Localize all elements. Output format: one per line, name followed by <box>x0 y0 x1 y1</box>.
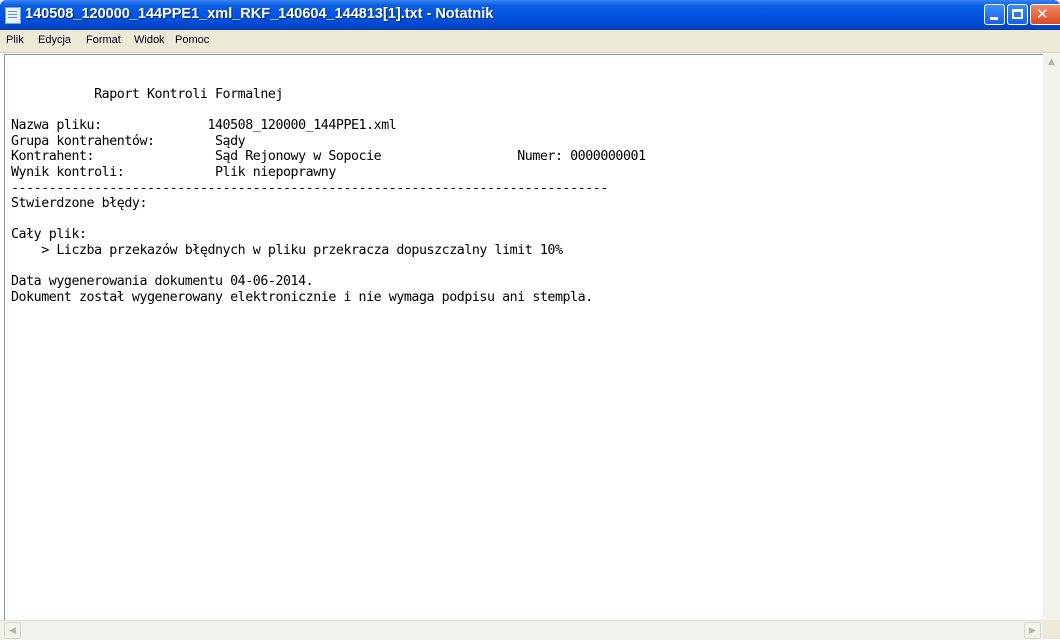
scroll-up-icon[interactable]: ▲ <box>1043 54 1060 71</box>
maximize-button[interactable] <box>1007 4 1028 25</box>
title-bar[interactable]: 140508_120000_144PPE1_xml_RKF_140604_144… <box>0 0 1060 30</box>
menu-pomoc[interactable]: Pomoc <box>175 34 209 46</box>
minimize-icon <box>990 17 998 20</box>
resize-grip[interactable] <box>1043 620 1060 639</box>
horizontal-scrollbar[interactable]: ◀ ▶ <box>0 620 1043 640</box>
menu-edycja[interactable]: Edycja <box>38 34 71 46</box>
close-button[interactable]: ✕ <box>1030 4 1060 25</box>
text-editor[interactable]: Raport Kontroli Formalnej Nazwa pliku: 1… <box>4 54 1057 621</box>
notepad-icon[interactable] <box>5 7 21 24</box>
scroll-right-icon[interactable]: ▶ <box>1024 622 1041 639</box>
document-text: Raport Kontroli Formalnej Nazwa pliku: 1… <box>11 87 646 305</box>
vertical-scrollbar[interactable]: ▲ <box>1043 54 1060 620</box>
maximize-icon <box>1012 9 1023 19</box>
scroll-left-icon[interactable]: ◀ <box>4 622 21 639</box>
close-icon: ✕ <box>1036 5 1049 23</box>
minimize-button[interactable] <box>984 4 1005 25</box>
menu-plik[interactable]: Plik <box>6 34 24 46</box>
menu-widok[interactable]: Widok <box>134 34 165 46</box>
window-title: 140508_120000_144PPE1_xml_RKF_140604_144… <box>25 6 494 22</box>
menu-format[interactable]: Format <box>86 34 121 46</box>
menu-bar: Plik Edycja Format Widok Pomoc <box>0 30 1060 53</box>
